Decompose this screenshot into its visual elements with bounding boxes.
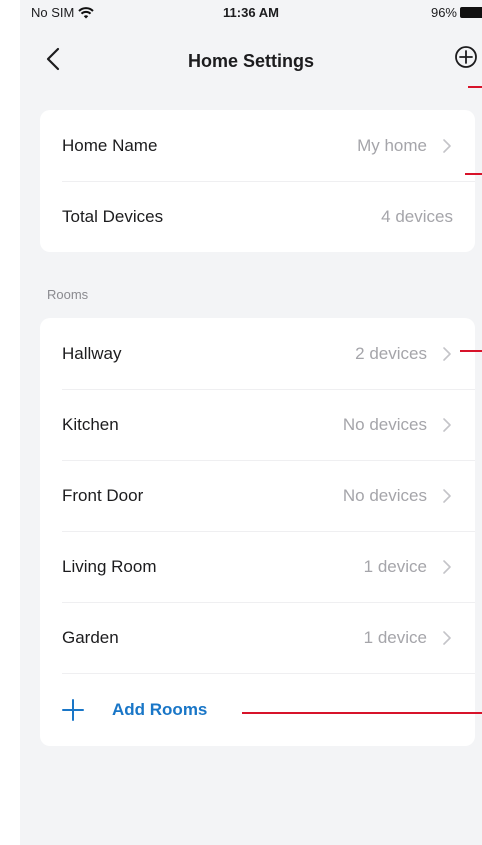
status-bar: No SIM 11:36 AM 96% [20, 0, 482, 28]
room-row-hallway[interactable]: Hallway 2 devices [40, 318, 475, 389]
home-name-value: My home [357, 135, 427, 155]
add-circle-icon[interactable] [452, 42, 482, 72]
room-device-count: 1 device [363, 627, 427, 647]
page-title: Home Settings [187, 51, 315, 71]
annotation-line-add-rooms [242, 712, 482, 714]
room-row-kitchen[interactable]: Kitchen No devices [40, 389, 475, 460]
total-devices-value: 4 devices [381, 206, 453, 226]
room-device-count: 2 devices [355, 343, 427, 363]
rooms-section-label: Rooms [47, 287, 89, 302]
total-devices-label: Total Devices [62, 206, 164, 226]
chevron-right-icon [443, 138, 451, 153]
room-name: Hallway [62, 343, 122, 363]
chevron-right-icon [443, 488, 451, 503]
battery-percent: 96% [430, 5, 457, 20]
room-name: Kitchen [62, 414, 119, 434]
room-row-living-room[interactable]: Living Room 1 device [40, 531, 475, 602]
add-rooms-button[interactable]: Add Rooms [40, 673, 475, 746]
home-info-card: Home Name My home Total Devices 4 device… [40, 110, 475, 252]
add-rooms-label: Add Rooms [112, 699, 208, 719]
room-row-garden[interactable]: Garden 1 device [40, 602, 475, 673]
home-name-row[interactable]: Home Name My home [40, 110, 475, 181]
rooms-card: Hallway 2 devices Kitchen No devices Fro… [40, 318, 475, 746]
room-name: Garden [62, 627, 119, 647]
status-time: 11:36 AM [223, 5, 279, 20]
room-row-front-door[interactable]: Front Door No devices [40, 460, 475, 531]
annotation-line-home-name [465, 173, 482, 175]
room-device-count: 1 device [363, 556, 427, 576]
phone-screen: No SIM 11:36 AM 96% Home Settings Home N… [20, 0, 482, 845]
room-device-count: No devices [342, 485, 427, 505]
annotation-line-hallway [460, 350, 482, 352]
plus-icon [62, 698, 84, 721]
battery-icon [460, 7, 482, 18]
home-name-label: Home Name [62, 135, 158, 155]
room-device-count: No devices [342, 414, 427, 434]
chevron-right-icon [443, 346, 451, 361]
battery-group: 96% [431, 5, 482, 20]
room-name: Front Door [62, 485, 144, 505]
chevron-right-icon [443, 630, 451, 645]
chevron-right-icon [443, 417, 451, 432]
navigation-bar: Home Settings [20, 38, 482, 84]
chevron-right-icon [443, 559, 451, 574]
total-devices-row: Total Devices 4 devices [40, 181, 475, 252]
annotation-line-add [468, 86, 482, 88]
room-name: Living Room [62, 556, 157, 576]
